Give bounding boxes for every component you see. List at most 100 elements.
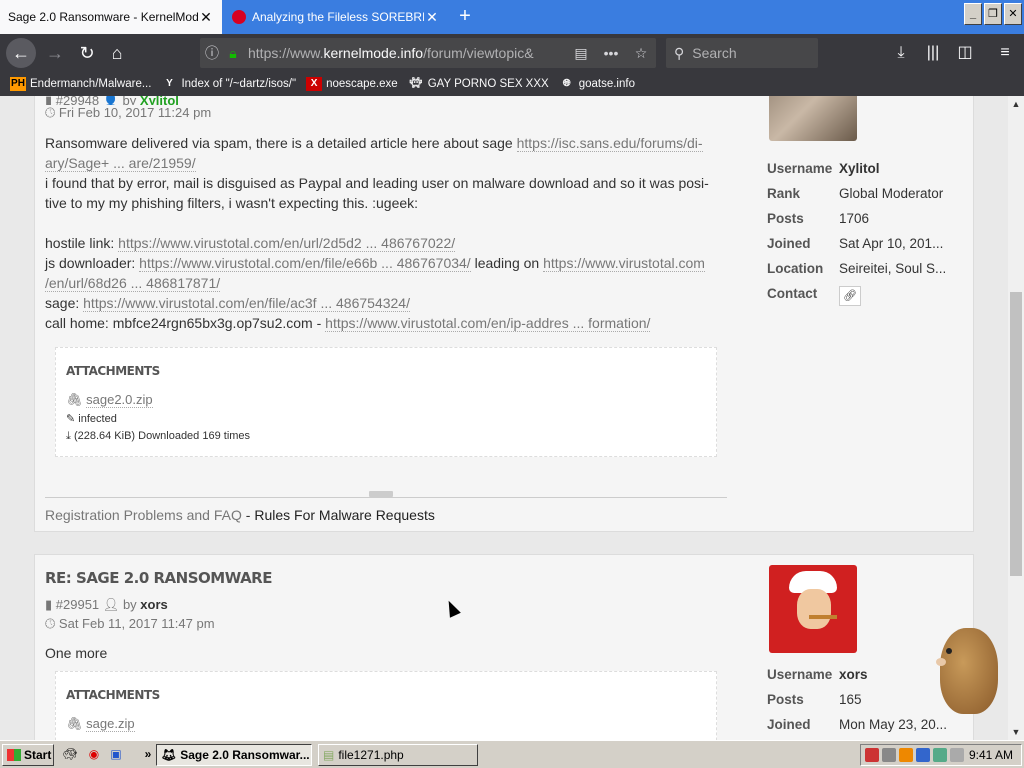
label: Contact — [767, 286, 818, 301]
page-actions-icon[interactable]: ••• — [596, 45, 626, 61]
label: js downloader: — [45, 255, 140, 271]
back-arrow-icon[interactable]: ← — [6, 38, 36, 68]
value[interactable]: 165 — [839, 692, 862, 707]
page-scrollbar[interactable]: ▲ ▼ — [1008, 96, 1024, 740]
bookmark-index-dartz[interactable]: Y Index of "/~dartz/isos/" — [161, 77, 296, 91]
bookmark-goatse[interactable]: 🌐︎ goatse.info — [559, 77, 635, 91]
downloads-icon[interactable]: ⤓ — [886, 38, 916, 68]
bookmark-gay-porno[interactable]: 👾︎ GAY PORNO SEX XXX — [408, 77, 548, 91]
attachment-file[interactable]: 🖇︎ sage2.0.zip — [66, 392, 153, 408]
library-icon[interactable]: ||| — [918, 38, 948, 68]
divider-handle-icon — [369, 491, 393, 497]
info-text: (228.64 KiB) Downloaded 169 times — [73, 430, 251, 442]
restore-icon[interactable]: ❐ — [984, 3, 1002, 25]
scroll-thumb[interactable] — [1010, 292, 1022, 576]
task-file1271[interactable]: ▤ file1271.php — [318, 744, 478, 766]
menu-icon[interactable]: ≡ — [990, 38, 1020, 68]
post-title[interactable]: RE: SAGE 2.0 RANSOMWARE — [45, 569, 272, 587]
url-bar[interactable]: ⓘ 🔒︎ https://www.kernelmode.info/forum/v… — [200, 38, 656, 68]
username-link[interactable]: xors — [839, 667, 868, 682]
sidebar-icon[interactable]: ◫ — [950, 38, 980, 68]
task-firefox[interactable]: 🦊︎ Sage 2.0 Ransomwar... — [156, 744, 312, 766]
profile-rank: Rank Global Moderator — [767, 186, 943, 201]
url-text[interactable]: https://www.kernelmode.info/forum/viewto… — [242, 45, 566, 61]
quicklaunch-opera-icon[interactable]: ◉ — [86, 747, 102, 763]
site-info-icon[interactable]: ⓘ — [200, 43, 224, 63]
bookmark-noescape[interactable]: Xnoescape.exe — [306, 77, 398, 91]
minimize-icon[interactable]: _ — [964, 3, 982, 25]
url-path: /forum/viewtopic& — [423, 45, 534, 61]
label: leading on — [470, 255, 544, 271]
paperclip-icon: 🖇︎ — [66, 392, 83, 407]
search-tray-icon[interactable] — [899, 748, 913, 762]
body-line: hostile link: https://www.virustotal.com… — [45, 233, 735, 253]
body-line: call home: mbfce24rgn65bx3g.op7su2.com -… — [45, 313, 735, 333]
globe-icon: 🌐︎ — [562, 78, 571, 89]
attachment-file[interactable]: 🖇︎ sage.zip — [66, 716, 135, 732]
contact-link-icon[interactable]: 🔗︎ — [839, 286, 861, 306]
value: Sat Apr 10, 201... — [839, 236, 944, 251]
label: Username — [767, 161, 833, 176]
scroll-down-icon[interactable]: ▼ — [1008, 724, 1024, 740]
body-line: tive to my my phishing filters, i wasn't… — [45, 195, 419, 211]
new-tab-icon[interactable]: + — [452, 4, 478, 30]
task-label: Sage 2.0 Ransomwar... — [180, 748, 310, 762]
value[interactable]: 1706 — [839, 211, 869, 226]
js-downloader-link[interactable]: https://www.virustotal.com/en/file/e66b … — [139, 255, 471, 272]
sans-link-cont[interactable]: ary/Sage+ ... are/21959/ — [45, 155, 196, 172]
task-label: file1271.php — [338, 748, 404, 762]
callhome-link[interactable]: https://www.virustotal.com/en/ip-addres … — [325, 315, 651, 332]
post-id[interactable]: #29951 — [56, 597, 99, 612]
close-window-icon[interactable]: ✕ — [1004, 3, 1022, 25]
faq-link[interactable]: Registration Problems and FAQ — [45, 507, 242, 523]
shield-tray-icon[interactable] — [865, 748, 879, 762]
lock-icon: 🔒︎ — [229, 44, 237, 61]
username-link[interactable]: Xylitol — [839, 161, 880, 176]
sans-link[interactable]: https://isc.sans.edu/forums/di- — [516, 135, 703, 152]
reader-view-icon[interactable]: ▤ — [566, 45, 596, 62]
search-input[interactable]: ⚲ Search — [666, 38, 818, 68]
paperclip-icon: 🖇︎ — [66, 716, 83, 731]
pornhub-icon: PH — [10, 77, 26, 91]
forward-arrow-icon[interactable]: → — [40, 38, 70, 68]
reload-icon[interactable]: ↻ — [72, 38, 102, 68]
home-icon[interactable]: ⌂ — [102, 38, 132, 68]
post-author[interactable]: xors — [140, 597, 167, 612]
avatar[interactable] — [769, 565, 857, 653]
clock[interactable]: 9:41 AM — [969, 748, 1021, 762]
profile-username: Username xors — [767, 667, 868, 682]
profile-joined: Joined Sat Apr 10, 201... — [767, 236, 943, 251]
tab-sorebrect[interactable]: Analyzing the Fileless SOREBRECT ✕ — [224, 0, 448, 34]
sage-link[interactable]: https://www.virustotal.com/en/file/ac3f … — [83, 295, 410, 312]
settings-tray-icon[interactable] — [882, 748, 896, 762]
avatar[interactable] — [769, 96, 857, 141]
url-link[interactable]: https://www.virustotal.com — [543, 255, 705, 272]
bookmark-endermanch[interactable]: PH Endermanch/Malware... — [10, 77, 151, 91]
attachment-link[interactable]: sage.zip — [86, 716, 135, 732]
volume-tray-icon[interactable] — [933, 748, 947, 762]
url-link-cont[interactable]: /en/url/68d26 ... 486817871/ — [45, 275, 221, 292]
rules-link[interactable]: Rules For Malware Requests — [254, 507, 435, 523]
bookmark-star-icon[interactable]: ☆ — [626, 45, 656, 62]
mixer-tray-icon[interactable] — [950, 748, 964, 762]
quicklaunch-desktop-icon[interactable]: 🐢︎ — [62, 747, 78, 763]
search-icon: ⚲ — [674, 44, 685, 61]
quicklaunch-network-icon[interactable]: ▣ — [108, 747, 124, 763]
body-line: js downloader: https://www.virustotal.co… — [45, 253, 735, 273]
scroll-up-icon[interactable]: ▲ — [1008, 96, 1024, 112]
tab-title: Sage 2.0 Ransomware - KernelMode.in — [8, 10, 198, 24]
url-prefix: https://www. — [248, 45, 324, 61]
separator: - — [241, 507, 255, 523]
post-date: 🕓︎ Sat Feb 11, 2017 11:47 pm — [45, 616, 215, 632]
close-tab-icon[interactable]: ✕ — [424, 9, 440, 26]
start-button[interactable]: Start — [2, 744, 54, 766]
hamster-desktop-pet[interactable] — [930, 618, 1004, 718]
quicklaunch-overflow-icon[interactable]: » — [140, 747, 156, 763]
network-tray-icon[interactable] — [916, 748, 930, 762]
hostile-link[interactable]: https://www.virustotal.com/en/url/2d5d2 … — [118, 235, 456, 252]
attachment-link[interactable]: sage2.0.zip — [86, 392, 153, 408]
body-line: /en/url/68d26 ... 486817871/ — [45, 273, 735, 293]
tab-sage-ransomware[interactable]: Sage 2.0 Ransomware - KernelMode.in ✕ — [0, 0, 222, 34]
label: Posts — [767, 211, 804, 226]
close-tab-icon[interactable]: ✕ — [198, 9, 214, 26]
